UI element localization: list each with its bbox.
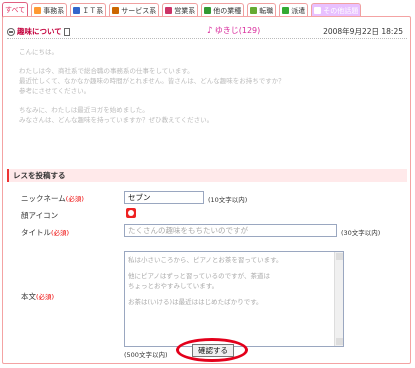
body-textarea[interactable]: 私は小さいころから、ピアノとお茶を習っています。 他にピアノはずっと習っているの… <box>124 251 344 347</box>
person-icon <box>282 7 290 14</box>
pencil-icon <box>34 7 42 14</box>
tab-label: ＩＴ系 <box>82 6 104 15</box>
body-line: ちょっとおやすみしています。 <box>128 282 219 290</box>
tab-job-change[interactable]: 転職 <box>247 3 277 17</box>
title-label: タイトル(必須) <box>21 227 69 238</box>
reply-section-header: レスを投稿する <box>7 169 407 182</box>
thread-icon <box>7 27 15 36</box>
body-line: 私は小さいころから、ピアノとお茶を習っています。 <box>128 256 283 264</box>
document-icon <box>63 27 70 36</box>
confirm-highlight: 確認する <box>176 338 248 362</box>
scroll-up-arrow-icon[interactable] <box>336 253 343 260</box>
thread-header: 趣味について ♪ ゆきじ(129) 2008年9月22日 18:25 <box>7 25 407 39</box>
tab-label: すべて <box>5 6 26 14</box>
tab-label: 派遣 <box>291 6 306 15</box>
nickname-label: ニックネーム(必須) <box>21 193 84 204</box>
tab-label: 他の業種 <box>213 6 242 15</box>
required-mark: (必須) <box>51 229 70 237</box>
thread-panel: 趣味について ♪ ゆきじ(129) 2008年9月22日 18:25 こんにちは… <box>2 16 411 364</box>
globe-icon <box>204 7 212 14</box>
thread-title: 趣味について <box>7 26 70 37</box>
category-tabs: すべて 事務系 ＩＴ系 サービス系 営業系 他の業種 転職 派遣 その他話題 <box>2 2 411 17</box>
body-line: お茶は(いける)は最近ははじめたばかりです。 <box>128 298 263 306</box>
coffee-icon <box>112 7 120 14</box>
tab-label: 転職 <box>259 6 274 15</box>
tab-service[interactable]: サービス系 <box>109 3 160 17</box>
post-line: わたしは今、商社系で総合職の事務系の仕事をしています。 <box>19 67 194 75</box>
face-icon-label: 顔アイコン <box>21 211 59 220</box>
tab-it[interactable]: ＩＴ系 <box>70 3 107 17</box>
author-name: ゆきじ(129) <box>214 26 261 35</box>
music-note-icon: ♪ <box>207 25 213 36</box>
post-line: こんにちは。 <box>19 48 58 56</box>
post-date: 2008年9月22日 18:25 <box>323 27 403 36</box>
body-hint: (500文字以内) <box>124 351 168 359</box>
body-line: 他にピアノはずっと習っているのですが、茶道は <box>128 272 270 280</box>
monitor-icon <box>73 7 81 14</box>
tab-label: サービス系 <box>121 6 157 15</box>
title-hint: (30文字以内) <box>341 229 381 237</box>
tab-other-industry[interactable]: 他の業種 <box>201 3 245 17</box>
book-icon <box>250 7 258 14</box>
post-line: 最近忙しくて、なかなか趣味の時間がとれません。皆さんは、どんな趣味をお持ちですか… <box>19 77 285 85</box>
tab-all[interactable]: すべて <box>2 2 29 17</box>
nickname-label-text: ニックネーム <box>21 194 66 203</box>
tab-label: その他話題 <box>323 6 359 15</box>
post-line: ちなみに、わたしは最近ヨガを始めました。 <box>19 106 149 114</box>
title-input[interactable]: たくさんの趣味をもちたいのですが <box>124 224 337 237</box>
nickname-input[interactable]: セブン <box>124 191 204 204</box>
title-label-text: タイトル <box>21 228 51 237</box>
body-label: 本文(必須) <box>21 291 54 302</box>
post-body: こんにちは。 わたしは今、商社系で総合職の事務系の仕事をしています。 最近忙しく… <box>19 47 399 125</box>
folder-icon <box>314 7 322 14</box>
tab-other-topics[interactable]: その他話題 <box>311 3 362 17</box>
tab-office[interactable]: 事務系 <box>31 3 68 17</box>
tab-dispatch[interactable]: 派遣 <box>279 3 309 17</box>
tab-sales[interactable]: 営業系 <box>162 3 199 17</box>
post-line: 参考にさせてください。 <box>19 87 91 95</box>
required-mark: (必須) <box>65 195 84 203</box>
required-mark: (必須) <box>36 293 55 301</box>
body-label-text: 本文 <box>21 292 36 301</box>
confirm-button[interactable]: 確認する <box>192 344 234 357</box>
briefcase-icon <box>165 7 173 14</box>
nickname-hint: (10文字以内) <box>208 196 248 204</box>
author[interactable]: ♪ ゆきじ(129) <box>207 25 260 36</box>
scroll-down-arrow-icon[interactable] <box>336 338 343 345</box>
tab-label: 営業系 <box>174 6 196 15</box>
post-line: みなさんは、どんな趣味を持っていますか？ぜひ教えてください。 <box>19 116 214 124</box>
textarea-scrollbar[interactable] <box>334 252 343 346</box>
face-icon-selector[interactable] <box>126 208 136 218</box>
thread-title-text: 趣味について <box>17 27 62 36</box>
tab-label: 事務系 <box>43 6 65 15</box>
